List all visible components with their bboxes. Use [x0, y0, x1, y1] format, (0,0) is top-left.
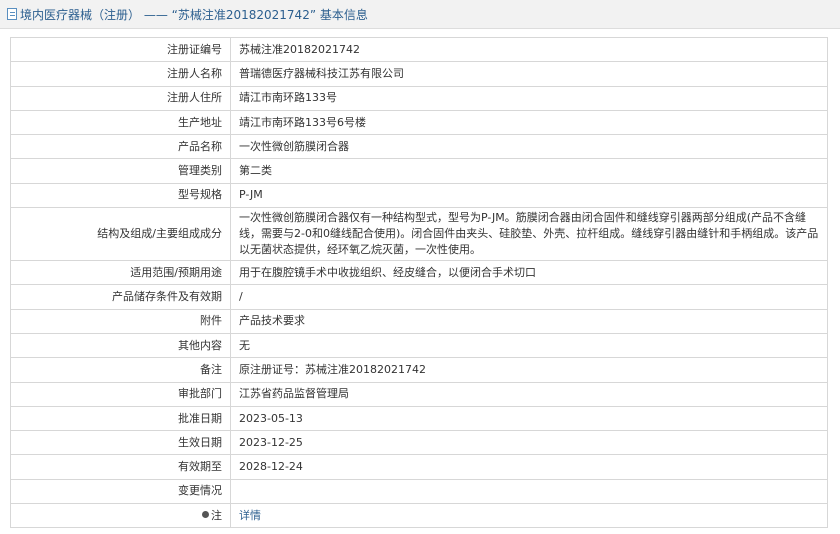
table-row: 适用范围/预期用途 用于在腹腔镜手术中收拢组织、经皮缝合，以便闭合手术切口: [10, 260, 828, 286]
value-approval-department: 江苏省药品监督管理局: [230, 381, 828, 407]
label-approval-department: 审批部门: [10, 381, 231, 407]
document-icon: [7, 8, 17, 20]
value-model-spec: P-JM: [230, 182, 828, 209]
label-storage-validity: 产品储存条件及有效期: [10, 284, 231, 310]
value-note: 详情: [230, 503, 828, 529]
table-row: 生效日期 2023-12-25: [10, 430, 828, 456]
value-remarks: 原注册证号：苏械注准20182021742: [230, 357, 828, 383]
label-structure-composition: 结构及组成/主要组成成分: [10, 207, 231, 262]
value-expiry-date: 2028-12-24: [230, 454, 828, 480]
label-remarks: 备注: [10, 357, 231, 383]
value-structure-composition: 一次性微创筋膜闭合器仅有一种结构型式，型号为P-JM。筋膜闭合器由闭合固件和缝线…: [230, 207, 828, 262]
label-approval-date: 批准日期: [10, 405, 231, 432]
note-label-text: 注: [211, 508, 222, 522]
table-row: 结构及组成/主要组成成分 一次性微创筋膜闭合器仅有一种结构型式，型号为P-JM。…: [10, 207, 828, 262]
label-change-status: 变更情况: [10, 478, 231, 505]
note-icon: [202, 511, 209, 519]
value-effective-date: 2023-12-25: [230, 430, 828, 456]
label-attachment: 附件: [10, 308, 231, 334]
label-other-content: 其他内容: [10, 332, 231, 359]
value-product-name: 一次性微创筋膜闭合器: [230, 134, 828, 160]
value-attachment: 产品技术要求: [230, 308, 828, 334]
table-row: 生产地址 靖江市南环路133号6号楼: [10, 109, 828, 136]
label-registrant-address: 注册人住所: [10, 85, 231, 111]
table-row: 管理类别 第二类: [10, 158, 828, 184]
table-row: 其他内容 无: [10, 332, 828, 359]
table-row: 附件 产品技术要求: [10, 308, 828, 334]
registration-info-table: 注册证编号 苏械注准20182021742 注册人名称 普瑞德医疗器械科技江苏有…: [10, 36, 828, 529]
table-row: 注册人住所 靖江市南环路133号: [10, 85, 828, 111]
value-approval-date: 2023-05-13: [230, 405, 828, 432]
table-row: 有效期至 2028-12-24: [10, 454, 828, 480]
table-row: 产品名称 一次性微创筋膜闭合器: [10, 134, 828, 160]
label-model-spec: 型号规格: [10, 182, 231, 209]
table-row: 产品储存条件及有效期 /: [10, 284, 828, 310]
label-registrant-name: 注册人名称: [10, 61, 231, 87]
table-row: 注册人名称 普瑞德医疗器械科技江苏有限公司: [10, 61, 828, 87]
value-registrant-name: 普瑞德医疗器械科技江苏有限公司: [230, 61, 828, 87]
value-change-status: [230, 478, 828, 505]
label-product-name: 产品名称: [10, 134, 231, 160]
value-storage-validity: /: [230, 284, 828, 310]
value-intended-use: 用于在腹腔镜手术中收拢组织、经皮缝合，以便闭合手术切口: [230, 260, 828, 286]
table-row: 注册证编号 苏械注准20182021742: [10, 36, 828, 63]
details-link[interactable]: 详情: [239, 509, 261, 522]
label-note: 注: [10, 503, 231, 529]
table-row: 型号规格 P-JM: [10, 182, 828, 209]
table-row: 注 详情: [10, 503, 828, 529]
label-management-category: 管理类别: [10, 158, 231, 184]
label-registration-number: 注册证编号: [10, 36, 231, 63]
label-intended-use: 适用范围/预期用途: [10, 260, 231, 286]
value-other-content: 无: [230, 332, 828, 359]
table-row: 审批部门 江苏省药品监督管理局: [10, 381, 828, 407]
page-header: 境内医疗器械（注册） —— “苏械注准20182021742” 基本信息: [0, 0, 840, 29]
label-expiry-date: 有效期至: [10, 454, 231, 480]
table-row: 变更情况: [10, 478, 828, 505]
label-effective-date: 生效日期: [10, 430, 231, 456]
table-row: 备注 原注册证号：苏械注准20182021742: [10, 357, 828, 383]
value-management-category: 第二类: [230, 158, 828, 184]
page-title: 境内医疗器械（注册） —— “苏械注准20182021742” 基本信息: [20, 7, 368, 22]
table-row: 批准日期 2023-05-13: [10, 405, 828, 432]
value-registration-number: 苏械注准20182021742: [230, 36, 828, 63]
value-production-address: 靖江市南环路133号6号楼: [230, 109, 828, 136]
value-registrant-address: 靖江市南环路133号: [230, 85, 828, 111]
label-production-address: 生产地址: [10, 109, 231, 136]
